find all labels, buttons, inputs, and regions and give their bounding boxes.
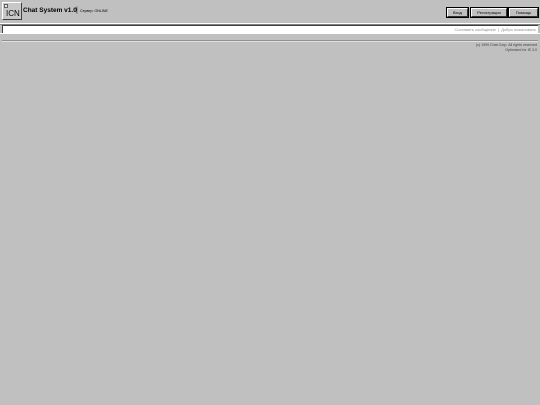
welcome-text: Добро пожаловать	[501, 27, 536, 32]
help-button[interactable]: Помощь	[508, 7, 539, 18]
toolbar-bottom-highlight	[0, 33, 540, 34]
copyright-text: (c) 1999 Chat Corp. All rights reserved	[475, 43, 537, 47]
footer-divider	[2, 40, 538, 42]
compose-message-link[interactable]: Составить сообщение	[454, 27, 495, 32]
header: ICN Chat System v1.0 | Сервер: ONLINE Вх…	[2, 2, 539, 22]
register-button[interactable]: Регистрация	[470, 7, 508, 18]
broken-image-icon	[4, 4, 8, 8]
logo-text: ICN	[6, 9, 20, 18]
optimized-for-text: Optimized for IE 3.0	[505, 47, 537, 52]
chat-system-page: ICN Chat System v1.0 | Сервер: ONLINE Вх…	[0, 0, 540, 405]
status-links: Составить сообщение | Добро пожаловать	[454, 26, 536, 33]
title-separator: |	[76, 7, 78, 14]
status-separator: |	[498, 27, 500, 32]
footer: (c) 1999 Chat Corp. All rights reserved …	[476, 43, 537, 52]
login-button[interactable]: Вход	[446, 7, 469, 18]
server-status-label: Сервер: ONLINE	[80, 9, 108, 13]
icn-logo-icon: ICN	[2, 2, 22, 20]
status-bar: Составить сообщение | Добро пожаловать	[2, 25, 538, 33]
app-title: Chat System v1.0	[23, 7, 77, 14]
